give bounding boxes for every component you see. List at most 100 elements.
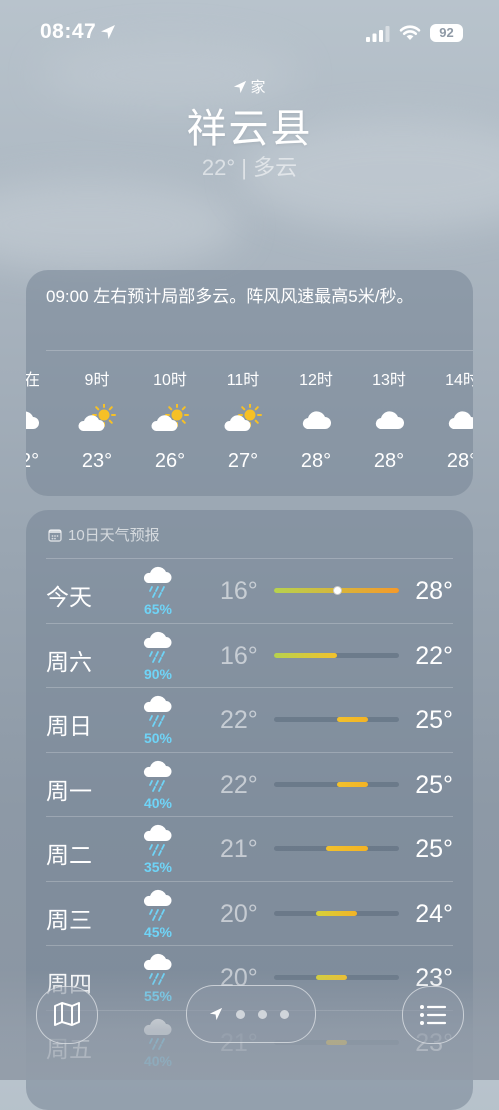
hour-temp: 28° [300,450,332,472]
rain-icon: 50% [138,695,178,746]
city-list-button[interactable] [402,986,464,1044]
rain-icon: 65% [138,566,178,617]
status-bar: 08:47 92 [0,0,499,64]
hour-temp: 27° [227,450,259,472]
precip-chance: 45% [143,923,173,940]
page-dot [280,1010,289,1019]
rain-icon: 90% [138,631,178,682]
hour-temp: 22° [26,450,40,472]
divider [46,622,453,624]
status-time-text: 08:47 [40,20,97,43]
low-temp: 20° [220,899,258,928]
precip-chance: 35% [143,859,173,875]
hour-label: 14时 [445,372,473,389]
low-temp: 22° [220,706,258,734]
forecast-row[interactable]: 周二 35% 21° 25° [46,816,453,880]
status-time: 08:47 [40,20,116,46]
partly-sunny-icon [208,388,278,450]
temp-range-fill [336,781,368,787]
partly-sunny-icon [62,388,132,450]
hour-column: 9时 23° [62,366,132,473]
divider [46,350,473,351]
temp-range-fill [315,910,358,916]
hour-label: 现在 [26,372,40,389]
rain-icon: 40% [138,760,178,811]
precip-chance: 50% [143,730,173,746]
day-label: 周六 [46,648,92,675]
temp-range-bar [274,586,399,595]
page-indicator[interactable] [186,985,316,1043]
page-dot [258,1010,267,1019]
location-services-icon [100,22,116,46]
temp-range-bar [274,652,399,658]
hour-column: 现在 22° [26,366,59,473]
high-temp: 25° [415,835,453,863]
day-label: 周三 [46,906,92,933]
high-temp: 25° [415,770,453,799]
partly-sunny-icon [135,388,205,450]
wifi-icon [399,25,421,40]
ten-day-title: 10日天气预报 [68,527,160,544]
cellular-signal-icon [366,26,390,42]
hour-temp: 28° [373,450,405,472]
current-location-page-icon [209,1007,223,1021]
low-temp: 16° [220,641,258,670]
list-icon [420,1005,447,1025]
hour-temp: 23° [81,450,113,472]
page-dot [236,1010,245,1019]
hour-column: 10时 26° [135,366,205,473]
day-label: 周一 [46,777,92,804]
rain-icon: 45% [138,889,178,940]
map-button[interactable] [36,986,98,1044]
forecast-row[interactable]: 今天 65% 16° 28° [46,558,453,622]
low-temp: 21° [220,835,258,863]
rain-icon: 35% [138,824,178,875]
location-label-text: 家 [250,79,266,96]
forecast-row[interactable]: 周一 40% 22° 25° [46,751,453,816]
forecast-summary: 09:00 左右预计局部多云。阵风风速最高5米/秒。 [46,287,414,306]
current-conditions: 22° | 多云 [201,155,298,180]
divider [46,751,453,753]
precip-chance: 40% [143,794,173,811]
cloud-icon [427,388,473,450]
divider [46,945,453,946]
hour-column: 14时 28° [427,366,473,473]
divider [46,687,453,688]
temp-range-fill [274,652,337,658]
location-arrow-icon [234,80,247,94]
high-temp: 28° [415,577,453,605]
temp-range-bar [274,846,399,851]
high-temp: 22° [415,641,453,670]
day-label: 今天 [46,584,92,610]
temp-range-bar [274,717,399,722]
temp-range-fill [326,846,368,851]
cloud-icon [281,388,351,450]
current-temp-marker [332,586,342,595]
day-label: 周二 [46,842,92,868]
calendar-icon [48,529,62,542]
day-label: 周日 [46,713,92,739]
hour-column: 11时 27° [208,366,278,473]
low-temp: 22° [220,770,258,799]
high-temp: 25° [415,706,453,734]
hour-column: 12时 28° [281,366,351,473]
hour-column: 13时 28° [354,366,424,473]
high-temp: 24° [415,899,453,928]
temp-range-bar [274,781,399,787]
hourly-forecast-card[interactable]: 09:00 左右预计局部多云。阵风风速最高5米/秒。 现在 22° 9时 23° 10时… [26,270,473,496]
divider [46,880,453,882]
temp-range-bar [274,910,399,916]
forecast-row[interactable]: 周日 50% 22° 25° [46,687,453,751]
map-icon [54,1002,80,1026]
hour-temp: 26° [154,450,186,472]
forecast-row[interactable]: 周三 45% 20° 24° [46,880,453,945]
precip-chance: 65% [143,601,173,617]
temp-range-fill [336,717,368,722]
hour-label: 12时 [299,372,333,389]
city-name: 祥云县 [186,107,313,151]
hour-label: 11时 [226,372,260,389]
forecast-row[interactable]: 周六 90% 16° 22° [46,622,453,687]
hour-temp: 28° [446,450,473,472]
hour-label: 9时 [84,372,110,389]
cloud-icon [26,388,59,450]
